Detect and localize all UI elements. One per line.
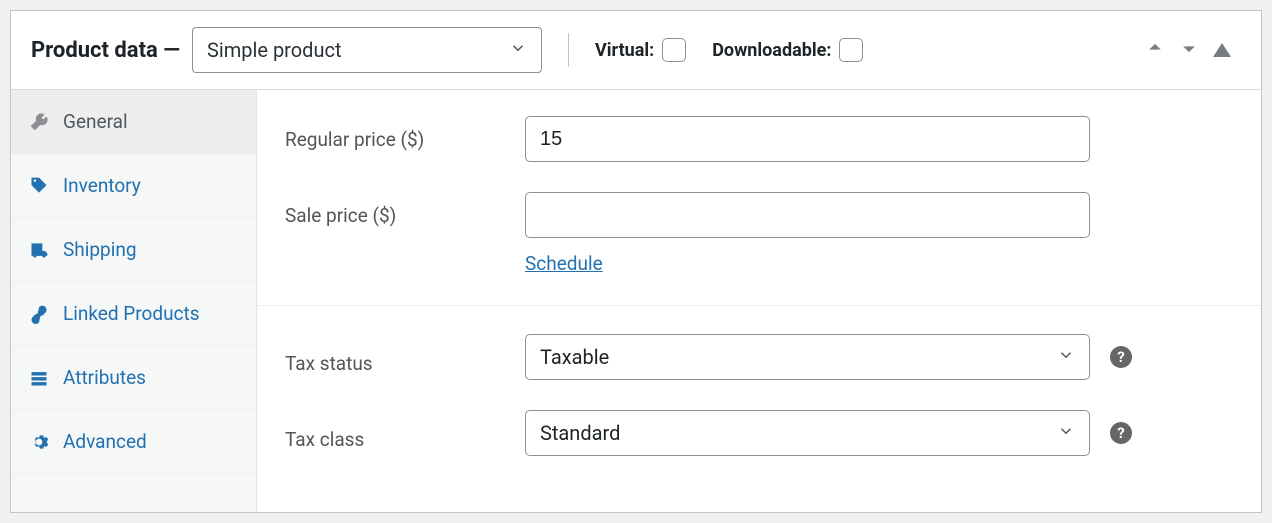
sale-price-label: Sale price ($) [285,192,525,227]
downloadable-checkbox[interactable] [839,38,863,62]
schedule-link[interactable]: Schedule [525,252,603,275]
tax-status-label: Tax status [285,340,525,375]
product-type-select[interactable]: Simple product [192,27,542,73]
help-icon[interactable]: ? [1110,346,1132,368]
tax-class-label: Tax class [285,416,525,451]
row-tax-status: Tax status Taxable ? [285,334,1233,380]
panel-title: Product data — [31,38,180,63]
tab-general[interactable]: General [11,90,256,154]
list-icon [29,368,49,388]
help-icon[interactable]: ? [1110,422,1132,444]
product-type-value: Simple product [207,38,341,62]
tag-icon [29,176,49,196]
regular-price-input[interactable] [525,116,1090,162]
truck-icon [29,240,49,260]
chevron-down-icon [1057,421,1075,445]
row-sale-price: Sale price ($) Schedule [285,192,1233,275]
gear-icon [29,432,49,452]
virtual-label: Virtual: [595,40,654,61]
product-data-panel: Product data — Simple product Virtual: D… [10,10,1262,513]
tab-label: Linked Products [63,302,200,325]
toggle-panel-icon[interactable] [1213,43,1231,57]
panel-body: General Inventory Shipping Linked Produc… [11,90,1261,512]
tab-label: Inventory [63,174,141,197]
wrench-icon [29,112,49,132]
row-regular-price: Regular price ($) [285,116,1233,162]
tab-label: Attributes [63,366,146,389]
tab-label: Advanced [63,430,147,453]
tax-class-value: Standard [540,421,620,445]
virtual-group: Virtual: [595,38,686,62]
chevron-down-icon [1057,345,1075,369]
tab-advanced[interactable]: Advanced [11,410,256,474]
tax-status-value: Taxable [540,345,609,369]
move-up-icon[interactable] [1145,38,1165,63]
downloadable-group: Downloadable: [712,38,863,62]
sale-price-input[interactable] [525,192,1090,238]
tab-label: Shipping [63,238,137,261]
tab-shipping[interactable]: Shipping [11,218,256,282]
link-icon [29,304,49,324]
virtual-checkbox[interactable] [662,38,686,62]
row-tax-class: Tax class Standard ? [285,410,1233,456]
panel-header: Product data — Simple product Virtual: D… [11,11,1261,90]
regular-price-label: Regular price ($) [285,116,525,151]
move-down-icon[interactable] [1179,38,1199,63]
separator [568,33,569,67]
divider [257,305,1261,306]
tab-label: General [63,110,128,133]
downloadable-label: Downloadable: [712,40,831,61]
panel-header-controls [1145,38,1241,63]
tab-linked-products[interactable]: Linked Products [11,282,256,346]
tab-inventory[interactable]: Inventory [11,154,256,218]
tax-class-select[interactable]: Standard [525,410,1090,456]
tab-panel-general: Regular price ($) Sale price ($) Schedul… [257,90,1261,512]
product-data-tabs: General Inventory Shipping Linked Produc… [11,90,257,512]
tab-attributes[interactable]: Attributes [11,346,256,410]
chevron-down-icon [509,38,527,62]
tax-status-select[interactable]: Taxable [525,334,1090,380]
